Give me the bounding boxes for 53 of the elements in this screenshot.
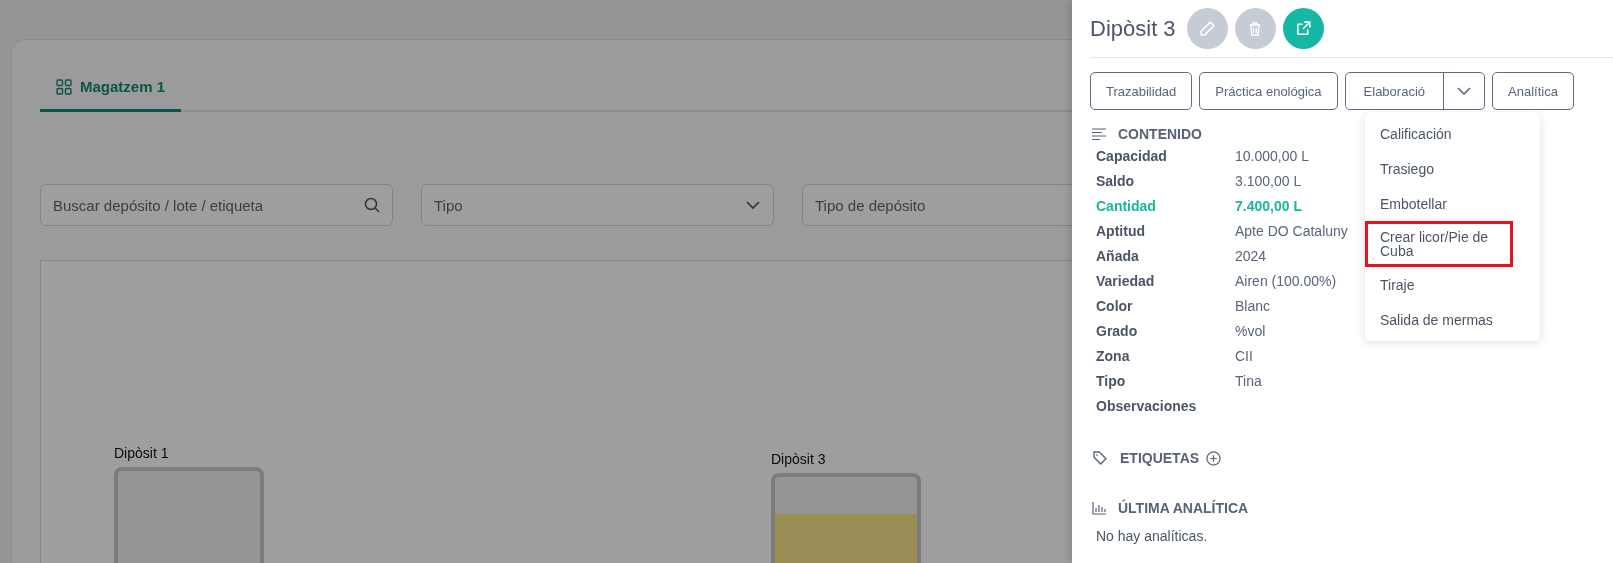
tank[interactable] <box>771 473 921 563</box>
menu-item[interactable]: Salida de mermas <box>1365 302 1540 337</box>
menu-item[interactable]: Embotellar <box>1365 186 1540 221</box>
field-value: Tina <box>1235 373 1262 389</box>
section-title: ÚLTIMA ANALÍTICA <box>1118 500 1249 516</box>
pencil-icon <box>1198 20 1216 37</box>
search-icon <box>364 197 380 213</box>
field-value: 3.100,00 L <box>1235 173 1302 189</box>
chevron-down-icon <box>1457 87 1471 95</box>
menu-item[interactable]: Calificación <box>1365 116 1540 151</box>
field-label: Zona <box>1096 348 1130 364</box>
bar-chart-icon <box>1092 501 1106 515</box>
field-label: Color <box>1096 298 1133 314</box>
grid-icon <box>56 78 72 95</box>
field-value: CII <box>1235 348 1253 364</box>
field-label: Capacidad <box>1096 148 1167 164</box>
select-field[interactable]: Tipo <box>421 184 774 226</box>
field-value: 7.400,00 L <box>1235 198 1302 214</box>
tank-label: Dipòsit 1 <box>114 445 170 461</box>
field-value: Apte DO Cataluny <box>1235 223 1348 239</box>
external-link-icon <box>1294 20 1312 37</box>
action-button[interactable]: Analítica <box>1492 72 1574 110</box>
tag-icon <box>1092 450 1108 466</box>
field-label: Grado <box>1096 323 1138 339</box>
field-label: Aptitud <box>1096 223 1145 239</box>
field-label: Variedad <box>1096 273 1155 289</box>
empty-message: No hay analíticas. <box>1096 528 1209 544</box>
section-title: ETIQUETAS <box>1120 450 1200 466</box>
section-title: CONTENIDO <box>1118 126 1202 142</box>
field-label: Cantidad <box>1096 198 1156 214</box>
field-value: 10.000,00 L <box>1235 148 1309 164</box>
chevron-down-icon <box>745 200 761 210</box>
text-lines-icon <box>1092 128 1106 140</box>
field-value: Blanc <box>1235 298 1271 314</box>
action-button[interactable]: Trazabilidad <box>1090 72 1193 110</box>
panel-title: Dipòsit 3 <box>1090 15 1176 42</box>
menu-item[interactable]: Trasiego <box>1365 151 1540 186</box>
tank-label: Dipòsit 3 <box>771 451 827 467</box>
field-value: Airen (100.00%) <box>1235 273 1337 289</box>
menu-item[interactable]: Tiraje <box>1365 267 1540 302</box>
field-label: Añada <box>1096 248 1139 264</box>
search-field[interactable]: Buscar depósito / lote / etiqueta <box>40 184 393 226</box>
open-button[interactable] <box>1282 8 1324 49</box>
field-value: 2024 <box>1235 248 1267 264</box>
field-value: %vol <box>1235 323 1266 339</box>
split-button[interactable]: Elaboració <box>1344 72 1485 110</box>
tank[interactable] <box>114 467 264 563</box>
split-button-toggle[interactable] <box>1443 73 1484 109</box>
add-icon[interactable] <box>1206 450 1222 466</box>
menu-item[interactable]: Crear licor/Pie de Cuba <box>1365 221 1513 267</box>
field-label: Observaciones <box>1096 398 1197 414</box>
field-label: Tipo <box>1096 373 1126 389</box>
action-button[interactable]: Práctica enológica <box>1199 72 1338 110</box>
